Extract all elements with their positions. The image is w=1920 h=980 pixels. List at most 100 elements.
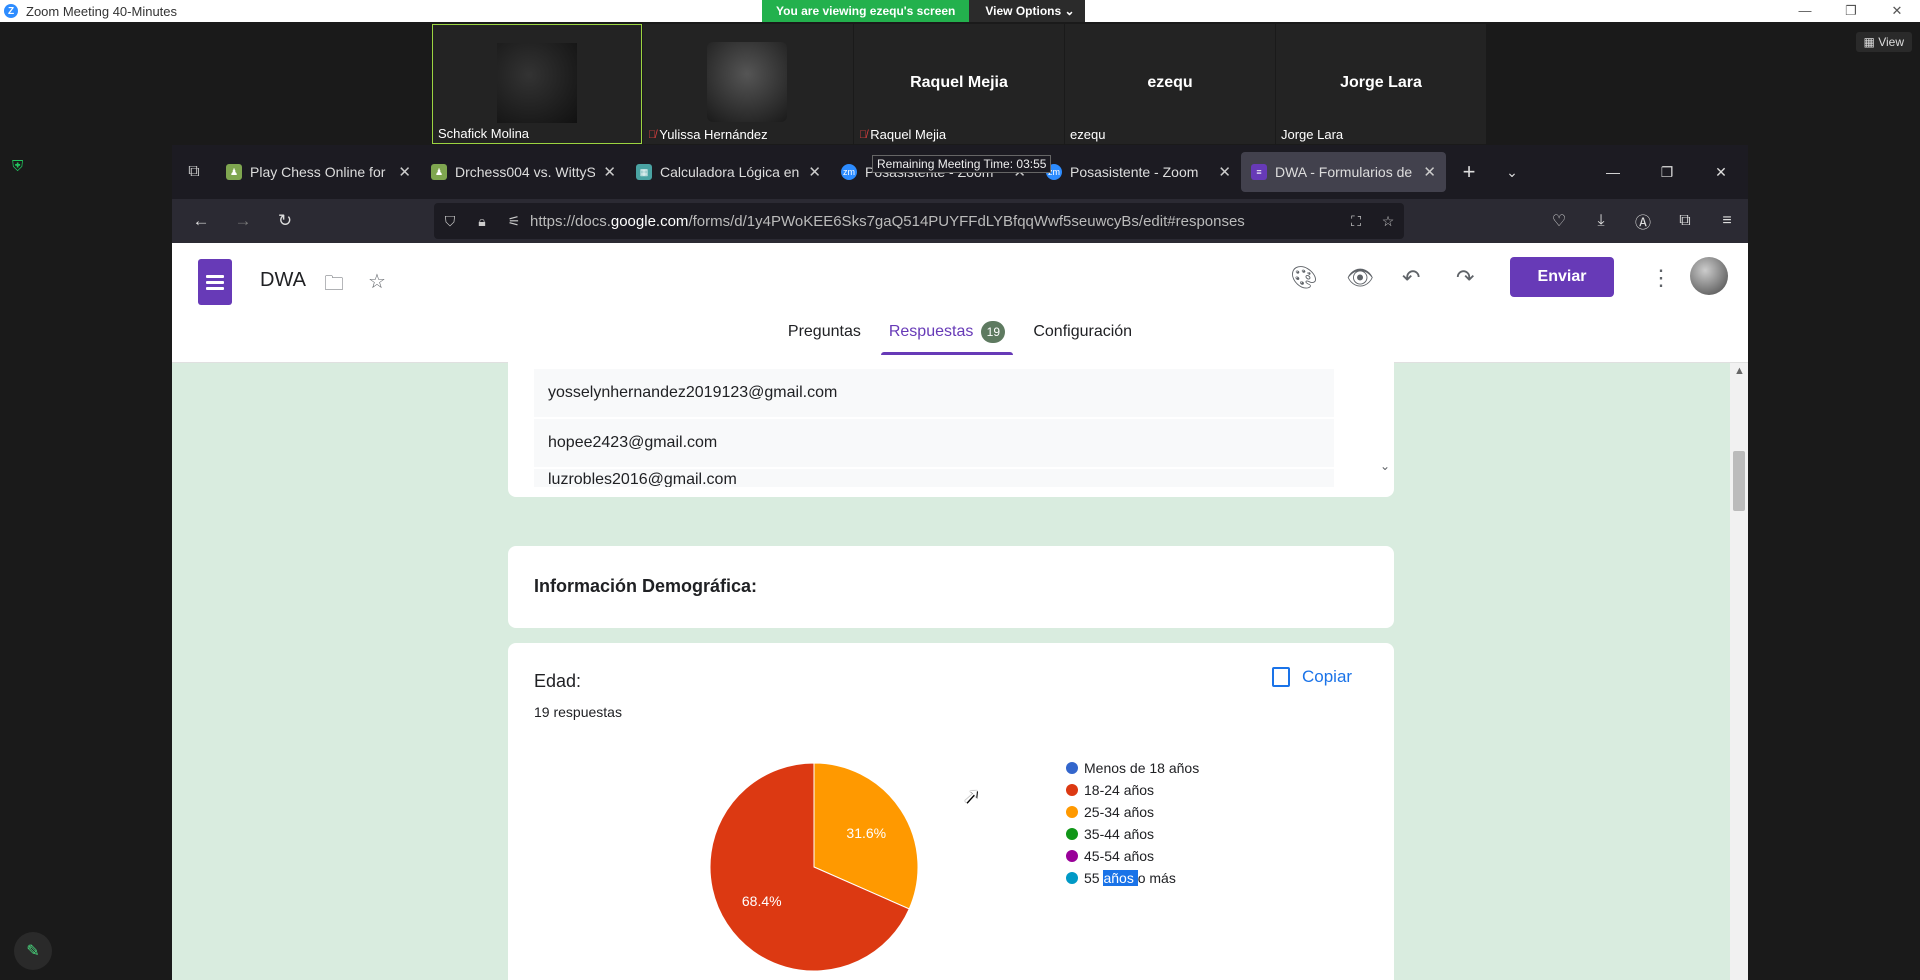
tab-title: Play Chess Online for Free [250,164,390,180]
muted-mic-icon: 🎙̸ [648,128,657,141]
view-options-button[interactable]: View Options ⌄ [969,0,1085,22]
participant-name: Jorge Lara [1281,127,1343,142]
forward-icon[interactable]: → [222,211,264,231]
participant-tile[interactable]: 🎙̸ Yulissa Hernández [643,24,853,144]
url-text[interactable]: https://docs.google.com/forms/d/1y4PWoKE… [530,213,1340,230]
tab-configuracion[interactable]: Configuración [1033,321,1132,355]
scroll-down-chevron-icon[interactable]: ⌄ [1380,459,1390,473]
tab-close-icon[interactable]: ✕ [808,163,821,181]
permissions-icon[interactable]: ⚟ [498,213,530,230]
tab-close-icon[interactable]: ✕ [1423,163,1436,181]
forms-icon: ≡ [1251,164,1267,180]
participant-name-text: ezequ [1070,127,1106,142]
legend-label: Menos de 18 años [1084,760,1200,776]
mouse-cursor-icon: ➚ [962,783,981,808]
account-icon[interactable]: Ⓐ [1622,209,1664,233]
tab-title: Drchess004 vs. WittySaber [455,164,596,180]
browser-window: ⧉ ♟ Play Chess Online for Free ✕ ♟ Drche… [172,145,1748,980]
viewing-text: You are viewing ezequ's screen [762,0,970,22]
participant-big-name: ezequ [1147,74,1193,91]
browser-tab[interactable]: ♟ Play Chess Online for Free ✕ [216,152,421,192]
url-prefix: https://docs. [530,212,611,230]
slice-label: 68.4% [742,893,782,909]
browser-tab[interactable]: zm Posasistente - Zoom ✕ [1036,152,1241,192]
annotate-pencil-icon[interactable]: ✎ [14,932,52,970]
new-tab-icon[interactable]: + [1446,159,1492,185]
send-button[interactable]: Enviar [1510,257,1614,297]
tab-manager-icon[interactable]: ⧉ [172,163,216,181]
view-options-label: View Options [985,4,1062,18]
tab-list-chevron-icon[interactable]: ⌄ [1492,164,1532,181]
address-bar[interactable]: ⛉ 🔒︎ ⚟ https://docs.google.com/forms/d/1… [434,203,1404,239]
browser-tab-active[interactable]: ≡ DWA - Formularios de Google ✕ [1241,152,1446,192]
copy-chart-button[interactable]: Copiar [1272,667,1352,687]
muted-mic-icon: 🎙̸ [859,128,868,141]
participant-tile[interactable]: Schafick Molina [432,24,642,144]
participant-name: ezequ [1070,127,1105,142]
lock-icon[interactable]: 🔒︎ [466,213,498,230]
tab-title: Posasistente - Zoom [1070,164,1199,180]
legend-label: 18-24 años [1084,782,1155,798]
legend-item: 35-44 años [1066,823,1199,845]
participant-tile[interactable]: Jorge Lara Jorge Lara [1276,24,1486,144]
more-options-icon[interactable]: ⋮ [1650,265,1672,291]
tab-respuestas[interactable]: Respuestas 19 [880,321,1013,355]
copy-icon [1272,667,1290,687]
star-icon[interactable]: ☆ [368,269,386,294]
participant-big-name: Raquel Mejia [910,74,1008,91]
participant-name-text: Raquel Mejia [870,127,947,142]
forms-header: DWA 🗀 ☆ 🎨︎ 👁︎ ↶ ↷ Enviar ⋮ Preguntas Res… [172,243,1748,363]
browser-restore-icon[interactable]: ❐ [1640,145,1694,199]
view-layout-button[interactable]: ▦ View [1855,32,1912,52]
participant-name: Schafick Molina [438,126,529,141]
restore-icon[interactable]: ❐ [1828,0,1874,22]
tab-bar: ⧉ ♟ Play Chess Online for Free ✕ ♟ Drche… [172,145,1748,199]
legend-swatch [1066,872,1078,884]
redo-icon[interactable]: ↷ [1456,265,1474,291]
translate-icon[interactable]: ⛶ [1340,213,1372,230]
responses-count-badge: 19 [981,321,1006,343]
tab-preguntas[interactable]: Preguntas [788,321,861,355]
section-card: Información Demográfica: [508,546,1394,628]
bookmark-star-icon[interactable]: ☆ [1372,213,1404,230]
pawn-icon: ♟ [431,164,447,180]
palette-icon[interactable]: 🎨︎ [1290,265,1318,291]
undo-icon[interactable]: ↶ [1402,265,1420,291]
scrollbar-thumb[interactable] [1733,451,1745,511]
tab-close-icon[interactable]: ✕ [603,163,616,181]
form-tabs: Preguntas Respuestas 19 Configuración [172,321,1748,355]
avatar[interactable] [1690,257,1728,295]
participant-tile[interactable]: ezequ ezequ [1065,24,1275,144]
minimize-icon[interactable]: — [1782,0,1828,22]
tab-close-icon[interactable]: ✕ [1218,163,1231,181]
browser-minimize-icon[interactable]: — [1586,145,1640,199]
nav-bar: ← → ↻ ⛉ 🔒︎ ⚟ https://docs.google.com/for… [172,199,1748,243]
close-icon[interactable]: ✕ [1874,0,1920,22]
legend-swatch [1066,784,1078,796]
forms-logo-icon[interactable] [198,259,232,305]
page-scrollbar[interactable]: ▲ [1730,363,1748,980]
participant-name-text: Yulissa Hernández [659,127,768,142]
browser-tab[interactable]: ♟ Drchess004 vs. WittySaber ✕ [421,152,626,192]
browser-tab[interactable]: ▦ Calculadora Lógica en línea ✕ [626,152,831,192]
menu-icon[interactable]: ≡ [1706,212,1748,230]
browser-close-icon[interactable]: ✕ [1694,145,1748,199]
form-title[interactable]: DWA [260,269,306,292]
download-icon[interactable]: ⤓ [1580,212,1622,230]
security-shield-icon[interactable]: ⛨ [12,158,23,175]
preview-eye-icon[interactable]: 👁︎ [1346,265,1374,291]
participant-video [497,43,577,123]
pocket-icon[interactable]: ♡ [1538,211,1580,231]
extensions-icon[interactable]: ⧉ [1664,212,1706,230]
participant-tile[interactable]: Raquel Mejia 🎙̸ Raquel Mejia [854,24,1064,144]
legend-swatch [1066,850,1078,862]
scroll-up-icon[interactable]: ▲ [1734,365,1745,377]
shield-icon[interactable]: ⛉ [434,213,466,230]
tab-close-icon[interactable]: ✕ [398,163,411,181]
chart-legend: Menos de 18 años 18-24 años 25-34 años 35-4… [1066,757,1199,889]
folder-icon[interactable]: 🗀 [324,269,344,303]
participant-name: 🎙̸ Raquel Mejia [859,127,946,142]
reload-icon[interactable]: ↻ [264,211,306,231]
back-icon[interactable]: ← [180,211,222,231]
list-item: hopee2423@gmail.com [534,419,1334,467]
